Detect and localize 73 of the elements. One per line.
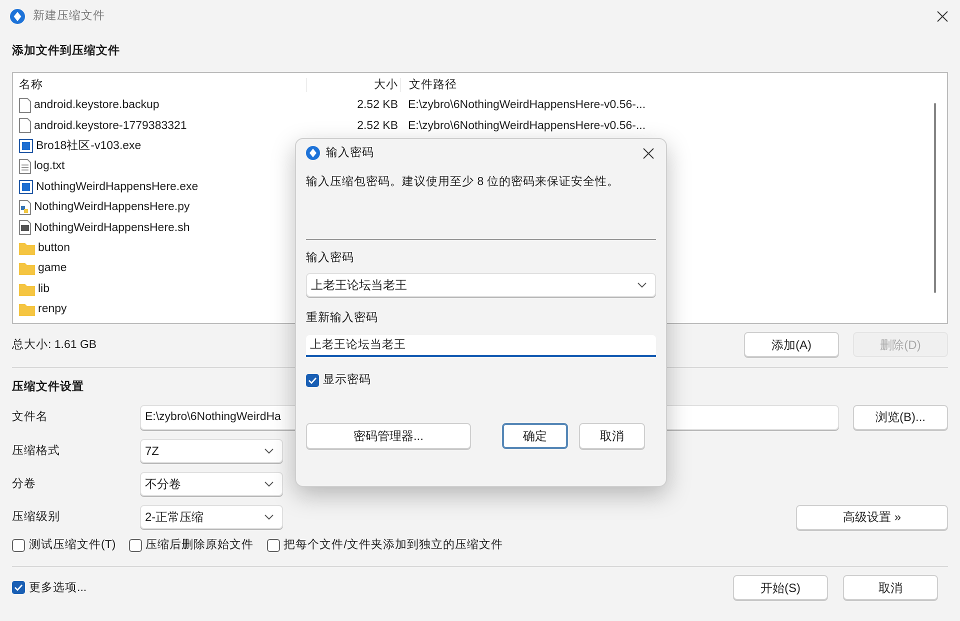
checkbox[interactable] bbox=[12, 581, 25, 594]
section-title: 添加文件到压缩文件 bbox=[12, 44, 120, 58]
file-name[interactable]: renpy bbox=[38, 302, 67, 316]
field-label: 输入密码 bbox=[306, 251, 355, 265]
footer-button[interactable]: 开始(S) bbox=[733, 575, 828, 600]
field-label: 压缩格式 bbox=[12, 444, 61, 458]
file-name[interactable]: lib bbox=[38, 282, 50, 296]
window-file-icon bbox=[19, 138, 33, 153]
file-name[interactable]: button bbox=[38, 240, 70, 255]
file-size: 2.52 KB bbox=[356, 98, 399, 112]
field-label: 重新输入密码 bbox=[306, 311, 379, 325]
folder-icon bbox=[19, 240, 35, 255]
dialog-title: 输入密码 bbox=[326, 146, 374, 160]
file-icon bbox=[19, 98, 31, 113]
footer-button[interactable]: 取消 bbox=[843, 575, 938, 600]
option-label[interactable]: 测试压缩文件(T) bbox=[29, 538, 116, 552]
field-label: 压缩级别 bbox=[12, 510, 61, 524]
dialog-button[interactable]: 密码管理器... bbox=[306, 423, 471, 449]
total-size: 总大小: 1.61 GB bbox=[12, 338, 97, 350]
script-file-icon bbox=[19, 220, 31, 236]
folder-icon bbox=[19, 261, 35, 276]
confirm-password-field[interactable]: 上老王论坛当老王 bbox=[306, 335, 656, 357]
chevron-down-icon bbox=[264, 514, 274, 520]
browse-button[interactable]: 浏览(B)... bbox=[853, 404, 948, 430]
file-icon bbox=[19, 118, 31, 134]
file-name[interactable]: game bbox=[38, 261, 67, 276]
text-file-icon bbox=[19, 158, 31, 174]
option-label[interactable]: 显示密码 bbox=[323, 373, 371, 387]
option-label[interactable]: 把每个文件/文件夹添加到独立的压缩文件 bbox=[284, 538, 503, 552]
column-header[interactable]: 大小 bbox=[306, 78, 400, 92]
option-label[interactable]: 更多选项... bbox=[29, 580, 728, 594]
column-header[interactable]: 名称 bbox=[13, 78, 306, 92]
dropdown[interactable]: 不分卷 bbox=[140, 472, 283, 496]
file-path: E:\zybro\6NothingWeirdHappensHere-v0.56-... bbox=[407, 98, 646, 112]
file-path: E:\zybro\6NothingWeirdHappensHere-v0.56-... bbox=[407, 118, 646, 133]
section-title: 压缩文件设置 bbox=[12, 380, 84, 394]
dialog-button[interactable]: 确定 bbox=[502, 423, 568, 449]
app-logo-icon bbox=[10, 8, 25, 24]
option-label[interactable]: 压缩后删除原始文件 bbox=[146, 538, 254, 552]
close-icon[interactable] bbox=[643, 148, 654, 158]
dropdown[interactable]: 7Z bbox=[140, 439, 283, 463]
file-name[interactable]: NothingWeirdHappensHere.py bbox=[34, 200, 190, 214]
scrollbar[interactable] bbox=[931, 103, 939, 293]
folder-icon bbox=[19, 302, 35, 316]
file-name[interactable]: log.txt bbox=[34, 159, 65, 174]
file-name[interactable]: NothingWeirdHappensHere.exe bbox=[36, 180, 198, 194]
field-label: 分卷 bbox=[12, 477, 37, 491]
dropdown[interactable]: 2-正常压缩 bbox=[140, 505, 283, 529]
checkbox[interactable] bbox=[266, 538, 280, 552]
close-icon[interactable] bbox=[937, 10, 948, 22]
app-logo-icon bbox=[306, 146, 320, 160]
file-name[interactable]: Bro18社区-v103.exe bbox=[36, 138, 142, 153]
list-button[interactable]: 添加(A) bbox=[744, 332, 839, 357]
checkbox[interactable] bbox=[306, 374, 319, 386]
file-name[interactable]: NothingWeirdHappensHere.sh bbox=[34, 220, 190, 235]
window-title: 新建压缩文件 bbox=[33, 9, 105, 23]
file-name[interactable]: android.keystore.backup bbox=[34, 98, 160, 112]
chevron-down-icon bbox=[264, 481, 274, 487]
column-header[interactable]: 文件路径 bbox=[400, 78, 457, 92]
file-name[interactable]: android.keystore-1779383321 bbox=[34, 118, 187, 133]
checkbox[interactable] bbox=[128, 538, 142, 552]
window-file-icon bbox=[19, 180, 33, 194]
field-label: 文件名 bbox=[12, 410, 49, 424]
file-size: 2.52 KB bbox=[356, 118, 399, 133]
dialog-button[interactable]: 取消 bbox=[578, 423, 645, 449]
dialog-description: 输入压缩包密码。建议使用至少 8 位的密码来保证安全性。 bbox=[306, 175, 620, 189]
password-field[interactable]: 上老王论坛当老王 bbox=[306, 273, 656, 297]
chevron-down-icon bbox=[637, 282, 647, 288]
folder-icon bbox=[19, 282, 35, 296]
checkbox[interactable] bbox=[12, 538, 25, 552]
chevron-down-icon bbox=[264, 448, 274, 454]
advanced-settings-button[interactable]: 高级设置 » bbox=[796, 504, 948, 530]
script-file-icon bbox=[19, 200, 31, 215]
